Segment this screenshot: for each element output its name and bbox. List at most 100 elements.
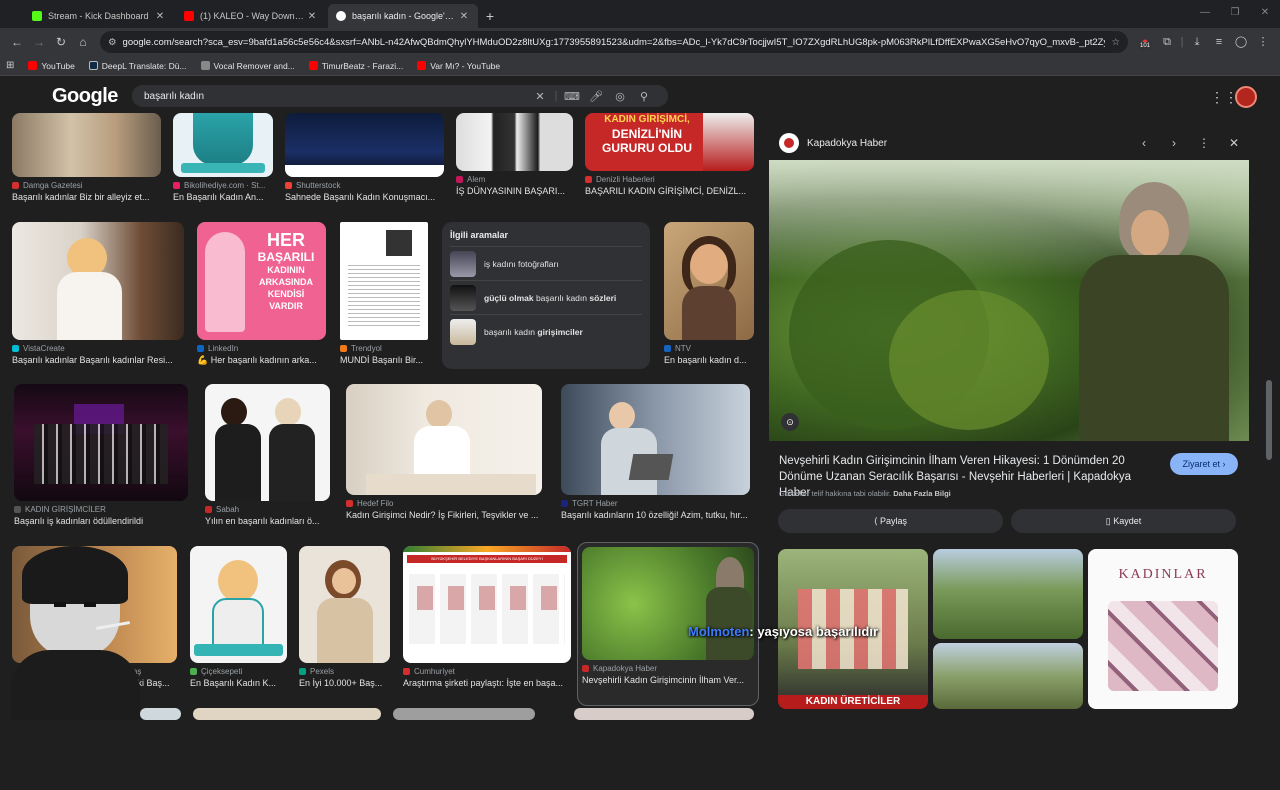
image-result[interactable]: Çiçeksepeti En Başarılı Kadın K... [190, 546, 287, 688]
page-scrollbar[interactable] [1266, 190, 1272, 790]
result-source[interactable]: Trendyol [340, 344, 428, 353]
related-image[interactable] [933, 549, 1083, 639]
result-caption[interactable]: En başarılı kadın d... [664, 355, 754, 365]
result-caption[interactable]: MUNDİ Başarılı Bir... [340, 355, 428, 365]
image-result[interactable]: Hedef Filo Kadın Girişimci Nedir? İş Fik… [346, 384, 542, 520]
result-caption[interactable]: İŞ DÜNYASININ BAŞARI... [456, 186, 573, 196]
image-result[interactable]: KADIN GİRİŞİMCİLER Başarılı iş kadınları… [14, 384, 188, 526]
result-thumbnail[interactable] [190, 546, 287, 663]
result-thumbnail[interactable] [14, 384, 188, 501]
visit-button[interactable]: Ziyaret et › [1170, 453, 1238, 475]
result-source[interactable]: Çiçeksepeti [190, 667, 287, 676]
search-icon[interactable]: ⚲ [632, 90, 656, 103]
tab-youtube[interactable]: (1) KALEO - Way Down We Go ✕ [176, 4, 326, 28]
save-button[interactable]: ▯ Kaydet [1011, 509, 1236, 533]
result-thumbnail[interactable]: BÜYÜKŞEHİR BELEDİYE BAŞKANLARININ BAŞARI… [403, 546, 571, 663]
result-caption[interactable]: En İyi 10.000+ Baş... [299, 678, 390, 688]
result-source[interactable]: NTV [664, 344, 754, 353]
related-search-item[interactable]: güçlü olmak başarılı kadın sözleri [450, 280, 642, 314]
image-result[interactable]: TGRT Haber Başarılı kadınların 10 özelli… [561, 384, 750, 520]
google-apps-icon[interactable]: ⋮⋮ [1210, 89, 1238, 106]
home-icon[interactable]: ⌂ [72, 31, 94, 53]
close-icon[interactable]: ✕ [154, 11, 166, 22]
minimize-icon[interactable]: — [1190, 0, 1220, 26]
close-icon[interactable]: ✕ [1219, 136, 1249, 150]
bookmark-youtube[interactable]: YouTube [28, 61, 75, 71]
google-logo[interactable]: Google [52, 85, 118, 108]
related-image[interactable]: KADINLAR [1088, 549, 1238, 709]
site-info-icon[interactable]: ⚙ [108, 37, 117, 48]
result-caption[interactable]: Kadın Girişimci Nedir? İş Fikirleri, Teş… [346, 510, 542, 520]
result-thumbnail[interactable] [574, 708, 754, 720]
result-source[interactable]: Cumhuriyet [403, 667, 571, 676]
result-source[interactable]: TGRT Haber [561, 499, 750, 508]
image-result[interactable]: Pexels En İyi 10.000+ Baş... [299, 546, 390, 688]
image-result[interactable]: KADIN GİRİŞİMCİ, DENİZLİ'NİN GURURU OLDU… [585, 113, 754, 196]
menu-icon[interactable]: ⋮ [1252, 31, 1274, 53]
result-caption[interactable]: 💪 Her başarılı kadının arka... [197, 355, 326, 366]
scrollbar-thumb[interactable] [1266, 380, 1272, 460]
close-icon[interactable]: ✕ [458, 11, 470, 22]
result-caption[interactable]: BAŞARILI KADIN GİRİŞİMCİ, DENİZL... [585, 186, 754, 196]
result-source[interactable]: VistaCreate [12, 344, 184, 353]
apps-grid-icon[interactable]: ⊞ [6, 60, 14, 71]
extensions-puzzle-icon[interactable]: ⧉ [1156, 31, 1178, 53]
result-thumbnail[interactable] [205, 384, 330, 501]
lens-icon[interactable]: ◎ [608, 90, 632, 103]
next-icon[interactable]: › [1159, 136, 1189, 150]
result-thumbnail[interactable] [456, 113, 573, 171]
maximize-icon[interactable]: ❐ [1220, 0, 1250, 26]
image-result[interactable]: Sabah Yılın en başarılı kadınları ö... [205, 384, 330, 526]
result-caption[interactable]: Nevşehirli Kadın Girişimcinin İlham Ver.… [582, 675, 754, 685]
result-caption[interactable]: Yılın en başarılı kadınları ö... [205, 516, 330, 526]
result-source[interactable]: Pexels [299, 667, 390, 676]
close-icon[interactable]: ✕ [306, 11, 318, 22]
extension-icon[interactable]: ●101 [1134, 31, 1156, 53]
result-source[interactable]: LinkedIn [197, 344, 326, 353]
media-control-icon[interactable]: ≡ [1208, 31, 1230, 53]
result-thumbnail[interactable] [346, 384, 542, 495]
image-result[interactable]: Shutterstock Sahnede Başarılı Kadın Konu… [285, 113, 444, 202]
forward-icon[interactable]: → [28, 31, 50, 53]
result-caption[interactable]: Başarılı kadınların 10 özelliği! Azim, t… [561, 510, 750, 520]
result-source[interactable]: Damga Gazetesi [12, 181, 161, 190]
result-source[interactable]: Sabah [205, 505, 330, 514]
close-window-icon[interactable]: ✕ [1250, 0, 1280, 26]
previous-icon[interactable]: ‹ [1129, 136, 1159, 150]
related-image[interactable] [933, 643, 1083, 709]
learn-more-link[interactable]: Daha Fazla Bilgi [893, 489, 951, 498]
result-caption[interactable]: Araştırma şirketi paylaştı: İşte en başa… [403, 678, 571, 688]
image-result[interactable]: NTV En başarılı kadın d... [664, 222, 754, 365]
result-source[interactable]: KADIN GİRİŞİMCİLER [14, 505, 188, 514]
result-caption[interactable]: Başarılı iş kadınları ödüllendirildi [14, 516, 188, 526]
preview-site-name[interactable]: Kapadokya Haber [807, 138, 1129, 149]
image-result[interactable]: BÜYÜKŞEHİR BELEDİYE BAŞKANLARININ BAŞARI… [403, 546, 571, 688]
result-thumbnail[interactable] [193, 708, 381, 720]
clear-icon[interactable]: ✕ [528, 90, 552, 103]
preview-main-image[interactable] [769, 160, 1249, 441]
result-caption[interactable]: En Başarılı Kadın K... [190, 678, 287, 688]
image-result[interactable]: VistaCreate Başarılı kadınlar Başarılı k… [12, 222, 184, 365]
result-thumbnail[interactable] [561, 384, 750, 495]
bookmark-star-icon[interactable]: ☆ [1111, 37, 1120, 48]
new-tab-button[interactable]: + [480, 4, 500, 28]
bookmark-vocal-remover[interactable]: Vocal Remover and... [200, 61, 295, 71]
bookmark-var-mi[interactable]: Var Mı? - YouTube [417, 61, 500, 71]
result-thumbnail[interactable] [393, 708, 535, 720]
account-avatar[interactable] [1235, 86, 1257, 108]
bookmark-timurbeatz[interactable]: TimurBeatz - Farazi... [308, 61, 403, 71]
related-search-item[interactable]: başarılı kadın girişimciler [450, 314, 642, 348]
result-source[interactable]: Kapadokya Haber [582, 664, 754, 673]
more-options-icon[interactable]: ⋮ [1189, 136, 1219, 150]
microphone-icon[interactable]: 🎤︎ [584, 90, 608, 103]
result-source[interactable]: Bikolihediye.com · St... [173, 181, 273, 190]
image-result[interactable]: Alem İŞ DÜNYASININ BAŞARI... [456, 113, 573, 196]
result-thumbnail[interactable] [340, 222, 428, 340]
result-thumbnail[interactable] [12, 222, 184, 340]
result-caption[interactable]: Başarılı kadınlar Biz bir alleyiz et... [12, 192, 161, 202]
result-thumbnail[interactable] [285, 113, 444, 177]
download-icon[interactable]: ⤓ [1186, 31, 1208, 53]
result-source[interactable]: Hedef Filo [346, 499, 542, 508]
result-thumbnail[interactable]: HER BAŞARILI KADININ ARKASINDA KENDİSİ V… [197, 222, 326, 340]
image-result[interactable]: Trendyol MUNDİ Başarılı Bir... [340, 222, 428, 365]
